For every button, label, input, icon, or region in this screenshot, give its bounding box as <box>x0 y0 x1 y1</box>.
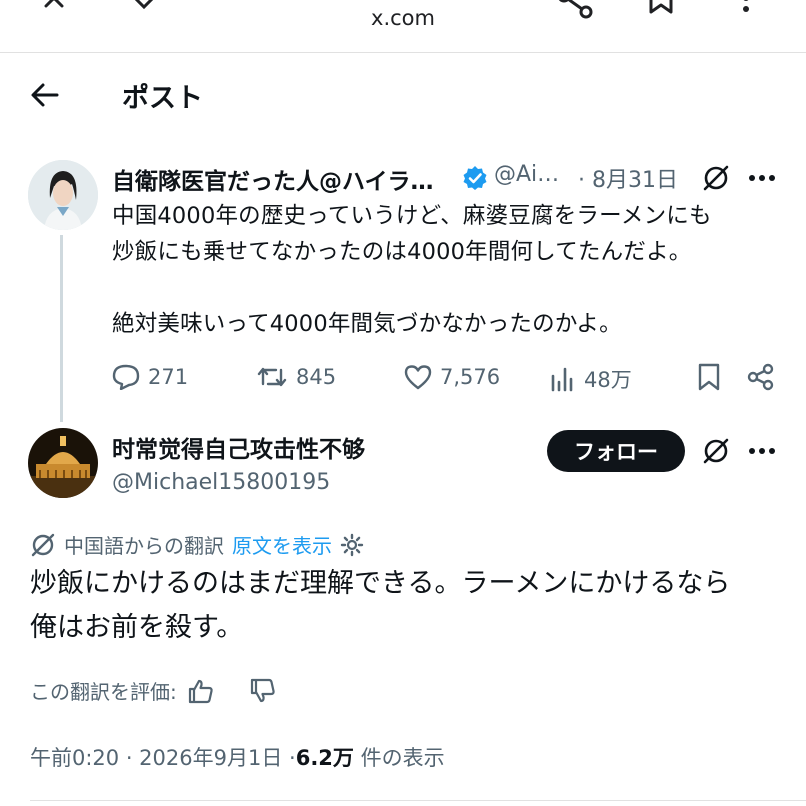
page-title: ポスト <box>122 83 203 114</box>
show-original-link[interactable]: 原文を表示 <box>232 530 332 559</box>
share-icon[interactable] <box>747 363 775 391</box>
avatar[interactable] <box>28 160 98 230</box>
thumbs-up-icon[interactable] <box>187 678 215 704</box>
post-meta: 午前0:20 · 2026年9月1日 · 6.2万 件の表示 <box>30 742 445 772</box>
like-button[interactable]: 7,576 <box>404 364 500 390</box>
translation-info: 中国語からの翻訳 原文を表示 <box>30 530 364 559</box>
views-button[interactable]: 48万 <box>550 364 632 394</box>
url-bar[interactable]: x.com <box>0 6 806 30</box>
bookmark-icon[interactable] <box>648 0 676 16</box>
follow-button[interactable]: フォロー <box>547 430 685 472</box>
repost-icon <box>257 367 287 387</box>
more-horizontal-icon[interactable] <box>748 174 776 182</box>
repost-button[interactable]: 845 <box>256 364 336 390</box>
bookmark-icon[interactable] <box>697 363 721 391</box>
post-text-line: 中国4000年の歴史っていうけど、麻婆豆腐をラーメンにも <box>112 203 712 229</box>
thumbs-down-icon[interactable] <box>249 678 277 704</box>
reply-text-line: 炒飯にかけるのはまだ理解できる。ラーメンにかけるなら <box>30 568 731 599</box>
reply-count: 271 <box>148 365 189 389</box>
reply-button[interactable]: 271 <box>112 364 188 390</box>
divider <box>30 800 806 801</box>
like-icon <box>404 365 432 390</box>
author-display-name[interactable]: 自衛隊医官だった人@ハイラ… <box>112 162 434 196</box>
views-icon <box>551 367 573 392</box>
translation-label: 中国語からの翻訳 <box>64 534 224 558</box>
post-text-line: 絶対美味いって4000年間気づかなかったのかよ。 <box>112 311 622 337</box>
reply-display-name[interactable]: 时常觉得自己攻击性不够 <box>112 430 365 464</box>
more-horizontal-icon[interactable] <box>748 447 776 455</box>
rate-translation: この翻訳を評価: <box>30 676 277 705</box>
post-text-line: 炒飯にも乗せてなかったのは4000年間何してたんだよ。 <box>112 239 692 265</box>
reply-icon <box>112 364 140 390</box>
author-handle[interactable]: @Ai… <box>494 162 559 187</box>
grok-icon[interactable] <box>702 437 730 465</box>
thread-line <box>60 235 63 422</box>
views-suffix: 件の表示 <box>353 746 445 770</box>
rate-label: この翻訳を評価: <box>30 680 177 704</box>
settings-icon[interactable] <box>340 533 364 557</box>
reply-handle[interactable]: @Michael15800195 <box>112 470 330 495</box>
like-count: 7,576 <box>440 365 501 389</box>
back-arrow-icon[interactable] <box>30 82 60 108</box>
verified-badge-icon <box>462 165 488 191</box>
more-vert-icon[interactable] <box>738 0 754 16</box>
views-count: 48万 <box>584 368 632 392</box>
grok-icon[interactable] <box>702 164 730 192</box>
post-timestamp[interactable]: 午前0:20 · 2026年9月1日 · <box>30 742 296 772</box>
repost-count: 845 <box>296 365 337 389</box>
views-count: 6.2万 <box>295 746 354 770</box>
translate-icon <box>31 533 55 556</box>
share-icon[interactable] <box>556 0 596 22</box>
reply-text-line: 俺はお前を殺す。 <box>30 612 244 643</box>
avatar[interactable] <box>28 428 98 498</box>
post-date[interactable]: · 8月31日 <box>578 162 678 194</box>
